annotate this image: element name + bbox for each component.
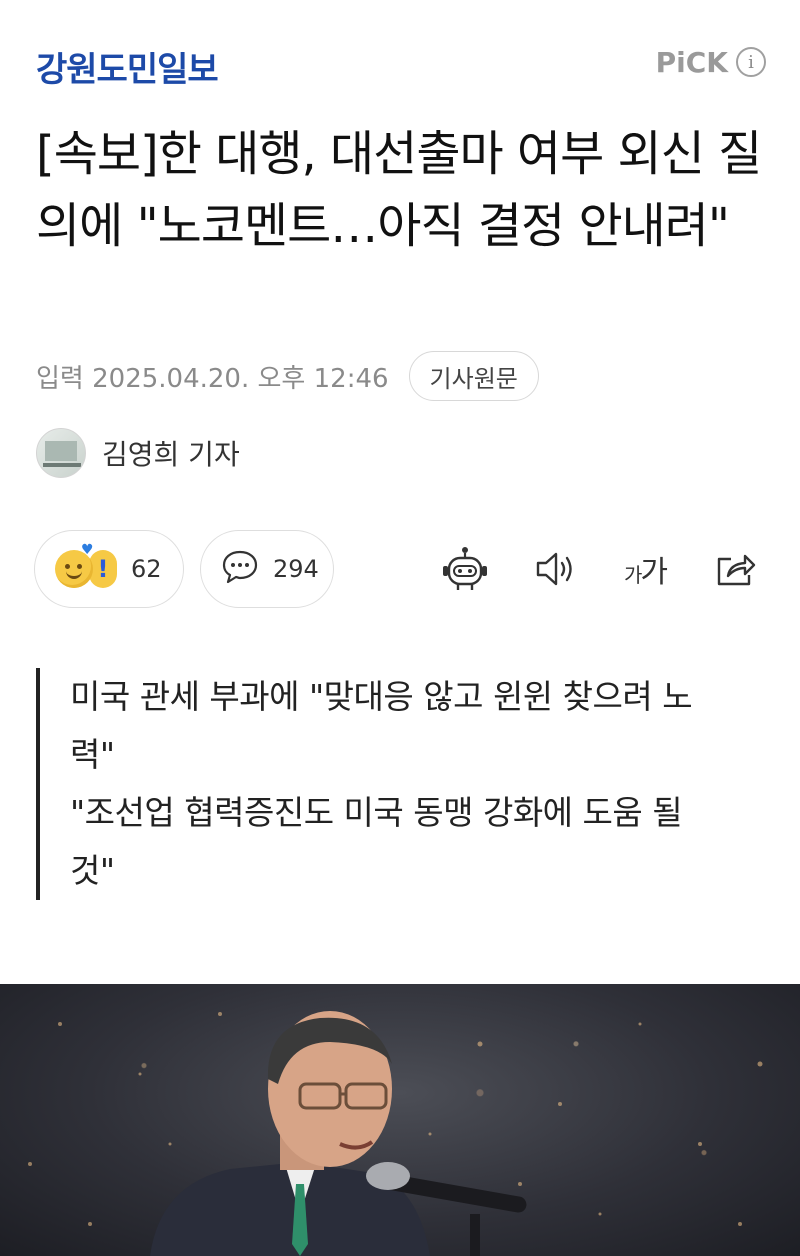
article-headline: [속보]한 대행, 대선출마 여부 외신 질의에 "노코멘트…아직 결정 안내려… [36, 126, 762, 254]
emotion-count: 62 [131, 555, 162, 583]
article-tools: 가가 [436, 540, 766, 598]
font-size-icon[interactable]: 가가 [616, 540, 674, 598]
robot-summary-icon[interactable] [436, 540, 494, 598]
reporter-name: 김영희 기자 [102, 438, 240, 471]
article-summary: 미국 관세 부과에 "맞대응 않고 윈윈 찾으려 노력" "조선업 협력증진도 … [36, 668, 736, 900]
pick-label: PiCK [655, 45, 728, 79]
font-large-label: 가 [640, 555, 668, 590]
publish-date: 입력 2025.04.20. 오후 12:46 [36, 363, 389, 394]
font-small-label: 가 [623, 563, 642, 587]
info-icon[interactable]: i [736, 47, 766, 77]
comment-count: 294 [273, 555, 319, 583]
smile-emoji-icon: ♥ [55, 542, 94, 588]
reporter-info[interactable]: 김영희 기자 [36, 426, 240, 480]
speaker-icon[interactable] [526, 540, 584, 598]
speaker-photo-illustration [28, 1011, 763, 1256]
top-bar: 강원도민일보 PiCK i [0, 0, 800, 110]
share-icon[interactable] [706, 540, 764, 598]
pick-badge[interactable]: PiCK i [656, 44, 766, 80]
comment-button[interactable]: 294 [200, 530, 334, 608]
emotion-reaction-button[interactable]: ♥ ! 62 [34, 530, 184, 608]
comment-bubble-icon [221, 549, 259, 589]
article-photo[interactable] [0, 984, 800, 1256]
press-logo[interactable]: 강원도민일보 [36, 42, 219, 91]
summary-line: "조선업 협력증진도 미국 동맹 강화에 도움 될 것" [70, 793, 683, 890]
summary-line: 미국 관세 부과에 "맞대응 않고 윈윈 찾으려 노력" [70, 677, 693, 774]
original-article-button[interactable]: 기사원문 [408, 351, 539, 401]
article-meta: 입력 2025.04.20. 오후 12:46 기사원문 [36, 350, 539, 402]
reporter-avatar [36, 428, 86, 478]
